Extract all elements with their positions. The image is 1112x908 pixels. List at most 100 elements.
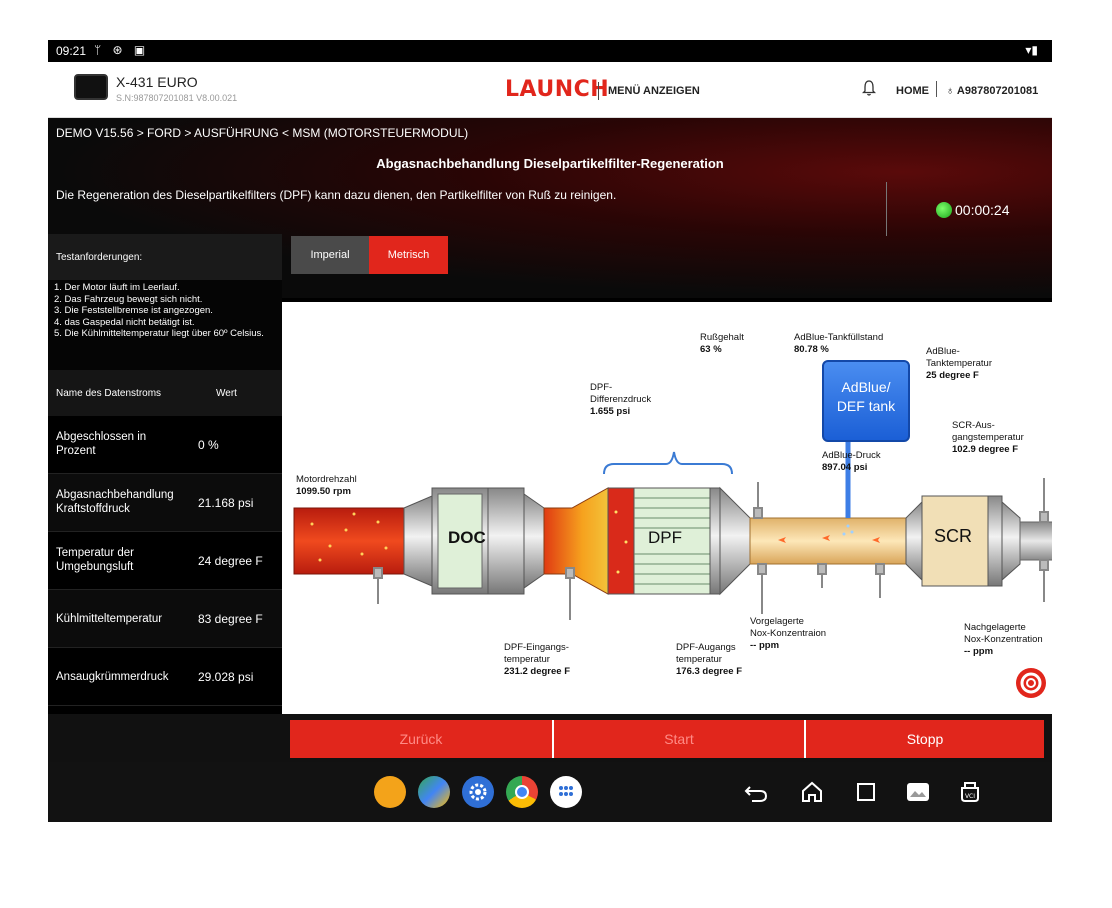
datastream-name: Kühlmitteltemperatur xyxy=(56,613,163,625)
soot-content-label: Rußgehalt 63 % xyxy=(700,332,744,356)
files-app-icon[interactable] xyxy=(418,776,450,808)
datastream-name: Abgeschlossen in Prozent xyxy=(56,431,147,457)
android-nav-bar: VCI xyxy=(48,762,1052,822)
breadcrumb: DEMO V15.56 > FORD > AUSFÜHRUNG < MSM (M… xyxy=(56,126,469,140)
label-text: DPF- xyxy=(590,382,613,393)
datastream-row: Abgeschlossen in Prozent 0 % xyxy=(48,416,282,474)
stop-button[interactable]: Stopp xyxy=(806,720,1044,758)
datastream-name: Ansaugkrümmerdruck xyxy=(56,671,169,683)
label-value: 231.2 degree F xyxy=(504,666,571,677)
recents-nav-icon[interactable] xyxy=(852,778,880,806)
scr-label: SCR xyxy=(934,526,973,546)
requirements-header: Testanforderungen: xyxy=(48,234,282,280)
label-text: Nachgelagerte xyxy=(964,622,1026,633)
datastream-row: Ansaugkrümmerdruck 29.028 psi xyxy=(48,648,282,706)
home-nav-icon[interactable] xyxy=(798,778,826,806)
adblue-pressure-label: AdBlue-Druck 897.04 psi xyxy=(822,450,881,474)
adblue-tank: AdBlue/ DEF tank xyxy=(822,360,910,442)
label-text: Nox-Konzentration xyxy=(964,634,1043,645)
bell-icon[interactable] xyxy=(862,80,876,96)
label-text: Rußgehalt xyxy=(700,332,744,343)
unit-toggle: Imperial Metrisch xyxy=(282,234,1052,300)
device-screen: 09:21 ᛘ ⊛ ▣ ▾▮ X-431 EURO S.N:9878072010… xyxy=(48,40,1052,822)
show-menu-button[interactable]: MENÜ ANZEIGEN xyxy=(608,85,700,97)
exhaust-diagram: DOC DPF SCR AdBlue/ DEF tank Motordrehza… xyxy=(282,302,1052,714)
status-bar: 09:21 ᛘ ⊛ ▣ ▾▮ xyxy=(48,40,1052,62)
label-text: DPF-Augangs xyxy=(676,642,736,653)
user-id-label: A987807201081 xyxy=(956,85,1039,97)
datastream-value-column: Wert xyxy=(216,388,237,399)
datastream-name-column: Name des Datenstroms xyxy=(56,388,162,399)
apps-grid-icon[interactable] xyxy=(550,776,582,808)
vci-connector-icon[interactable]: VCI xyxy=(956,778,984,806)
requirement-item: 1. Der Motor läuft im Leerlauf. xyxy=(54,282,180,293)
datastream-name: Temperatur der Umgebungsluft xyxy=(56,547,134,573)
datastream-row: Abgasnachbehandlung Kraftstoffdruck 21.1… xyxy=(48,474,282,532)
dpf-inlet-temp-label: DPF-Eingangs- temperatur 231.2 degree F xyxy=(504,642,570,678)
user-account[interactable]: ♁ A987807201081 xyxy=(946,85,1038,97)
scr-outlet-temp-label: SCR-Aus- gangstemperatur 102.9 degree F xyxy=(952,420,1024,456)
label-value: 102.9 degree F xyxy=(952,444,1019,455)
launch-logo: LAUNCH xyxy=(505,77,610,102)
settings-gear-icon[interactable] xyxy=(462,776,494,808)
tank-label: AdBlue/ xyxy=(841,379,891,395)
back-button[interactable]: Zurück xyxy=(290,720,552,758)
left-panel: Testanforderungen: 1. Der Motor läuft im… xyxy=(48,234,282,714)
metric-button[interactable]: Metrisch xyxy=(369,236,448,274)
elapsed-timer: 00:00:24 xyxy=(955,202,1010,218)
requirement-item: 3. Die Feststellbremse ist angezogen. xyxy=(54,305,213,317)
device-serial: S.N:987807201081 V8.00.021 xyxy=(116,93,238,103)
motor-speed-label: Motordrehzahl 1099.50 rpm xyxy=(296,474,357,498)
start-button[interactable]: Start xyxy=(554,720,804,758)
label-text: temperatur xyxy=(676,654,722,665)
svg-text:VCI: VCI xyxy=(965,793,975,800)
requirement-item: 5. Die Kühlmitteltemperatur liegt über 6… xyxy=(54,328,264,340)
label-value: -- ppm xyxy=(750,640,780,651)
label-text: Motordrehzahl xyxy=(296,474,357,485)
label-value: 63 % xyxy=(700,344,722,355)
requirement-item: 2. Das Fahrzeug bewegt sich nicht. xyxy=(54,293,203,305)
label-text: temperatur xyxy=(504,654,550,665)
label-text: AdBlue-Tankfüllstand xyxy=(794,332,884,343)
requirements-list: 1. Der Motor läuft im Leerlauf. 2. Das F… xyxy=(48,280,282,370)
label-text: SCR-Aus- xyxy=(952,420,995,431)
page-title: Abgasnachbehandlung Dieselpartikelfilter… xyxy=(376,156,724,171)
datastream-name: Abgasnachbehandlung Kraftstoffdruck xyxy=(56,489,174,515)
chrome-icon[interactable] xyxy=(506,776,538,808)
wifi-battery-icon: ▾▮ xyxy=(1025,43,1038,57)
home-link[interactable]: HOME xyxy=(896,85,929,97)
datastream-value: 29.028 psi xyxy=(198,670,254,684)
nox-downstream-label: Nachgelagerte Nox-Konzentration -- ppm xyxy=(964,622,1043,658)
gallery-icon[interactable] xyxy=(904,778,932,806)
label-text: DPF-Eingangs- xyxy=(504,642,569,653)
back-nav-icon[interactable] xyxy=(742,778,770,806)
label-value: -- ppm xyxy=(964,646,994,657)
label-text: Differenzdruck xyxy=(590,394,652,405)
page-description: Die Regeneration des Dieselpartikelfilte… xyxy=(56,188,617,202)
action-bar: Zurück Start Stopp xyxy=(48,714,1052,762)
nox-upstream-label: Vorgelagerte Nox-Konzentraion -- ppm xyxy=(750,616,826,652)
label-text: Nox-Konzentraion xyxy=(750,628,827,639)
label-text: AdBlue-Druck xyxy=(822,450,881,461)
user-icon: ♁ xyxy=(946,85,957,97)
adblue-temp-label: AdBlue- Tanktemperatur 25 degree F xyxy=(926,346,992,382)
help-lifebuoy-icon[interactable] xyxy=(1016,668,1046,698)
label-text: gangstemperatur xyxy=(952,432,1024,443)
label-value: 25 degree F xyxy=(926,370,979,381)
datastream-value: 0 % xyxy=(198,438,219,452)
app-launch-icon[interactable] xyxy=(374,776,406,808)
datastream-value: 21.168 psi xyxy=(198,496,254,510)
divider xyxy=(598,82,599,100)
imperial-button[interactable]: Imperial xyxy=(291,236,369,274)
datastream-value: 24 degree F xyxy=(198,554,263,568)
device-name: X-431 EURO xyxy=(116,74,198,90)
tank-label: DEF tank xyxy=(836,398,896,414)
status-time: 09:21 xyxy=(56,44,87,58)
dpf-label: DPF xyxy=(648,528,682,547)
datastream-header: Name des Datenstroms Wert xyxy=(48,370,282,416)
status-indicator-icon xyxy=(936,202,952,218)
datastream-value: 83 degree F xyxy=(198,612,263,626)
requirement-item: 4. das Gaspedal nicht betätigt ist. xyxy=(54,316,195,328)
doc-label: DOC xyxy=(448,528,486,547)
label-text: AdBlue- xyxy=(926,346,960,357)
